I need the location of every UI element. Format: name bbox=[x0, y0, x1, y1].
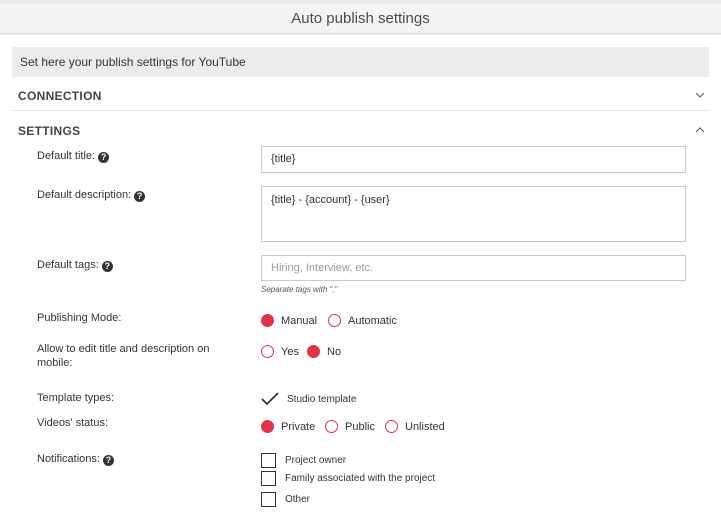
videos-status-unlisted[interactable]: Unlisted bbox=[385, 420, 445, 433]
radio-unselected[interactable] bbox=[328, 314, 341, 327]
radio-selected[interactable] bbox=[261, 314, 274, 327]
tags-hint: Separate tags with "," bbox=[261, 285, 338, 294]
checkbox[interactable] bbox=[261, 492, 276, 507]
default-tags-label: Default tags:? bbox=[37, 258, 113, 272]
videos-status-label: Videos' status: bbox=[37, 417, 108, 429]
notifications-label: Notifications:? bbox=[37, 452, 114, 466]
videos-status-private[interactable]: Private bbox=[261, 420, 315, 433]
default-title-input[interactable]: {title} bbox=[261, 146, 686, 173]
settings-panel: Set here your publish settings for YouTu… bbox=[0, 35, 721, 513]
section-settings-label: SETTINGS bbox=[18, 124, 81, 138]
publishing-mode-label: Publishing Mode: bbox=[37, 312, 122, 324]
chevron-up-icon[interactable] bbox=[695, 125, 705, 135]
notify-family[interactable]: Family associated with the project bbox=[261, 471, 435, 486]
template-types-label: Template types: bbox=[37, 392, 115, 404]
default-description-textarea[interactable]: {title} - {account} - {user} bbox=[261, 186, 686, 242]
allow-edit-yes[interactable]: Yes bbox=[261, 345, 299, 358]
question-circle-icon[interactable]: ? bbox=[134, 191, 146, 202]
radio-unselected[interactable] bbox=[325, 420, 338, 433]
radio-unselected[interactable] bbox=[385, 420, 398, 433]
dialog-title: Auto publish settings bbox=[0, 4, 721, 34]
radio-unselected[interactable] bbox=[261, 345, 274, 358]
publishing-mode-manual[interactable]: Manual bbox=[261, 314, 317, 327]
publishing-mode-automatic[interactable]: Automatic bbox=[328, 314, 397, 327]
section-connection-label: CONNECTION bbox=[18, 89, 102, 103]
template-studio-option[interactable]: Studio template bbox=[261, 392, 357, 406]
intro-banner: Set here your publish settings for YouTu… bbox=[12, 47, 709, 77]
notify-project-owner[interactable]: Project owner bbox=[261, 453, 346, 468]
checkbox[interactable] bbox=[261, 471, 276, 486]
section-settings[interactable]: SETTINGS bbox=[12, 116, 709, 146]
radio-selected[interactable] bbox=[307, 345, 320, 358]
section-connection[interactable]: CONNECTION bbox=[12, 81, 709, 111]
question-circle-icon[interactable]: ? bbox=[102, 455, 114, 466]
question-circle-icon[interactable]: ? bbox=[101, 261, 113, 272]
question-circle-icon[interactable]: ? bbox=[98, 152, 110, 163]
default-description-label: Default description:? bbox=[37, 188, 146, 202]
videos-status-public[interactable]: Public bbox=[325, 420, 375, 433]
allow-edit-no[interactable]: No bbox=[307, 345, 341, 358]
default-title-label: Default title:? bbox=[37, 149, 110, 163]
allow-edit-mobile-label: Allow to edit title and description on m… bbox=[37, 343, 210, 369]
notify-other[interactable]: Other bbox=[261, 492, 310, 507]
checkbox[interactable] bbox=[261, 453, 276, 468]
radio-selected[interactable] bbox=[261, 420, 274, 433]
chevron-down-icon[interactable] bbox=[695, 90, 705, 100]
checkmark-icon[interactable] bbox=[261, 392, 279, 406]
default-tags-input[interactable]: Hiring, Interview, etc. bbox=[261, 255, 686, 281]
